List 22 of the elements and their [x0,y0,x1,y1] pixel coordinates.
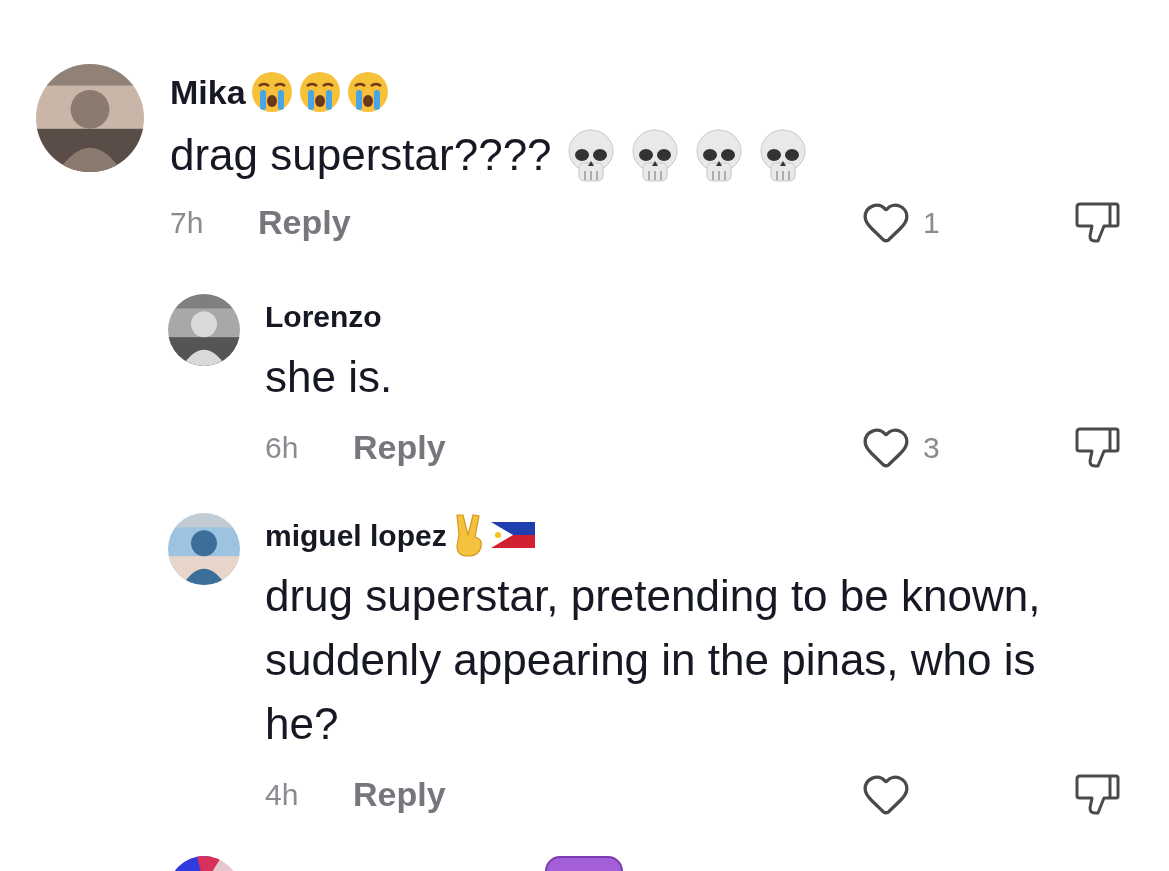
comment-text: drag superstar???? [170,129,552,181]
skull-icon [693,127,744,183]
skull-icon [757,127,808,183]
comment-text: drug superstar, pretending to be known, suddenly appearing in the pinas, who is he? [265,570,1042,750]
crying-face-icon [249,70,294,114]
timestamp: 7h [170,204,205,241]
reply-button[interactable]: Reply [353,768,446,820]
skull-icon [565,127,616,183]
crying-face-icon [297,70,342,114]
flag-icon [490,522,535,548]
crying-face-icon [345,70,390,114]
like-count: 1 [923,204,940,241]
reply-button[interactable]: Reply [353,421,446,473]
skull-icon [629,127,680,183]
timestamp: 4h [265,776,300,813]
username[interactable]: Lorenzo [265,293,382,339]
timestamp: 6h [265,429,300,466]
username[interactable]: miguel lopez [265,512,447,558]
username[interactable]: Mika [170,66,246,118]
reply-button[interactable]: Reply [258,196,351,248]
comment-text: she is. [265,351,394,403]
like-count: 3 [923,429,940,466]
